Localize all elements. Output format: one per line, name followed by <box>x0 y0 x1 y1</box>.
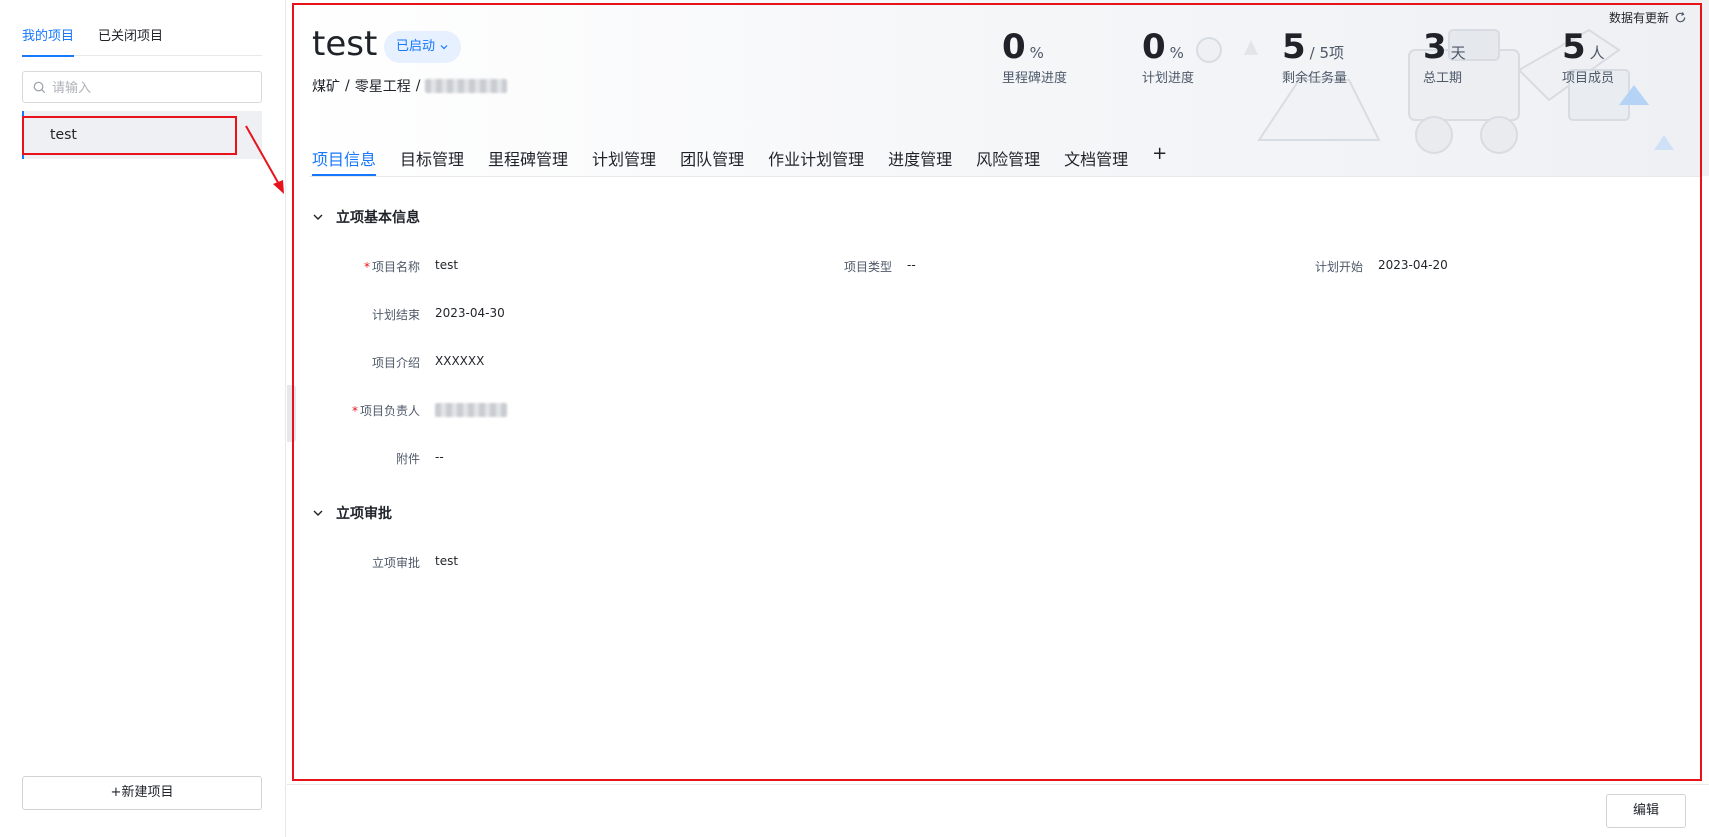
refresh-label: 数据有更新 <box>1608 11 1669 25</box>
status-dropdown[interactable]: 已启动 <box>384 31 462 63</box>
field-label-attachment: 附件 <box>395 452 420 466</box>
tab-closed-projects[interactable]: 已关闭项目 <box>98 26 163 56</box>
stat-unit: % <box>1029 44 1044 62</box>
stat-unit: % <box>1169 44 1184 62</box>
tab-document-management[interactable]: 文档管理 <box>1064 146 1128 176</box>
breadcrumb-separator: / <box>345 78 350 94</box>
stat-value: 0 <box>1002 27 1026 67</box>
stat-value: 0 <box>1142 27 1166 67</box>
add-tab-button[interactable]: + <box>1152 143 1167 176</box>
field-label-plan-end: 计划结束 <box>371 308 420 322</box>
field-label-approval: 立项审批 <box>371 556 420 570</box>
stat-label: 剩余任务量 <box>1282 71 1348 86</box>
stat-unit: 天 <box>1450 44 1466 62</box>
stat-value: 5 <box>1562 27 1586 67</box>
tab-team-management[interactable]: 团队管理 <box>680 146 744 176</box>
tab-risk-management[interactable]: 风险管理 <box>976 146 1040 176</box>
search-input[interactable] <box>52 79 252 95</box>
nav-divider <box>309 176 1700 177</box>
stat-label: 里程碑进度 <box>1002 71 1068 86</box>
breadcrumb: 煤矿 / 零星工程 / <box>312 76 508 96</box>
field-value-approval: test <box>435 554 459 568</box>
chevron-down-icon <box>440 45 448 50</box>
chevron-down-icon <box>313 214 323 220</box>
chevron-down-icon <box>313 510 323 516</box>
search-icon <box>33 81 46 93</box>
tab-my-projects[interactable]: 我的项目 <box>22 26 75 57</box>
search-box[interactable] <box>22 71 262 103</box>
footer-divider <box>287 784 1709 785</box>
field-value-attachment: -- <box>435 450 444 464</box>
sidebar-tabs: 我的项目 已关闭项目 <box>22 26 262 57</box>
field-value-project-owner <box>435 403 507 420</box>
field-value-plan-start: 2023-04-20 <box>1378 258 1448 272</box>
field-label-project-owner: * 项目负责人 <box>338 402 420 419</box>
field-value-project-name: test <box>435 258 459 272</box>
section-header-basic-info[interactable]: 立项基本信息 <box>312 207 420 227</box>
stat-milestone-progress: 0% 里程碑进度 <box>1002 27 1067 86</box>
stat-members: 5人 项目成员 <box>1562 27 1614 86</box>
section-title: 立项审批 <box>336 506 392 522</box>
tab-work-plan-management[interactable]: 作业计划管理 <box>768 146 864 176</box>
tab-milestone-management[interactable]: 里程碑管理 <box>488 146 568 176</box>
breadcrumb-item: 零星工程 <box>354 79 411 95</box>
field-label-project-intro: 项目介绍 <box>371 356 420 370</box>
tab-progress-management[interactable]: 进度管理 <box>888 146 952 176</box>
field-value-project-intro: XXXXXX <box>435 354 485 368</box>
stat-label: 计划进度 <box>1142 71 1195 86</box>
annotation-arrow <box>245 125 284 194</box>
status-label: 已启动 <box>396 39 436 54</box>
field-label-project-type: 项目类型 <box>843 260 892 274</box>
stat-remaining-tasks: 5/ 5项 剩余任务量 <box>1282 27 1347 86</box>
stat-value: 5 <box>1282 27 1306 67</box>
redacted-text <box>425 79 508 93</box>
stat-unit: / 5项 <box>1309 44 1345 62</box>
section-header-approval[interactable]: 立项审批 <box>312 503 392 523</box>
section-title: 立项基本信息 <box>336 210 420 226</box>
stat-unit: 人 <box>1589 44 1605 62</box>
field-label-project-name: * 项目名称 <box>338 258 420 275</box>
required-mark: * <box>351 404 358 418</box>
tab-goal-management[interactable]: 目标管理 <box>400 146 464 176</box>
stat-value: 3 <box>1423 27 1447 67</box>
breadcrumb-item: 煤矿 <box>312 79 340 95</box>
stat-plan-progress: 0% 计划进度 <box>1142 27 1194 86</box>
project-title: test <box>312 24 378 64</box>
field-value-plan-end: 2023-04-30 <box>435 306 505 320</box>
project-nav-tabs: 项目信息 目标管理 里程碑管理 计划管理 团队管理 作业计划管理 进度管理 风险… <box>312 143 1167 176</box>
stat-label: 项目成员 <box>1562 71 1615 86</box>
stat-label: 总工期 <box>1423 71 1463 86</box>
edit-button[interactable]: 编辑 <box>1606 794 1686 828</box>
tab-plan-management[interactable]: 计划管理 <box>592 146 656 176</box>
field-value-project-type: -- <box>907 258 916 272</box>
tab-project-info[interactable]: 项目信息 <box>312 146 377 176</box>
field-label-text: 项目负责人 <box>359 404 420 418</box>
data-refresh[interactable]: 数据有更新 <box>1609 9 1687 26</box>
stat-total-duration: 3天 总工期 <box>1423 27 1466 86</box>
field-label-text: 项目名称 <box>371 260 420 274</box>
new-project-button[interactable]: +新建项目 <box>22 776 262 810</box>
refresh-icon <box>1675 12 1686 23</box>
breadcrumb-separator: / <box>415 78 421 94</box>
sidebar-collapse-handle[interactable] <box>287 385 296 442</box>
required-mark: * <box>363 260 370 274</box>
highlight-box <box>22 116 237 155</box>
redacted-text <box>435 403 507 417</box>
field-label-plan-start: 计划开始 <box>1314 260 1363 274</box>
